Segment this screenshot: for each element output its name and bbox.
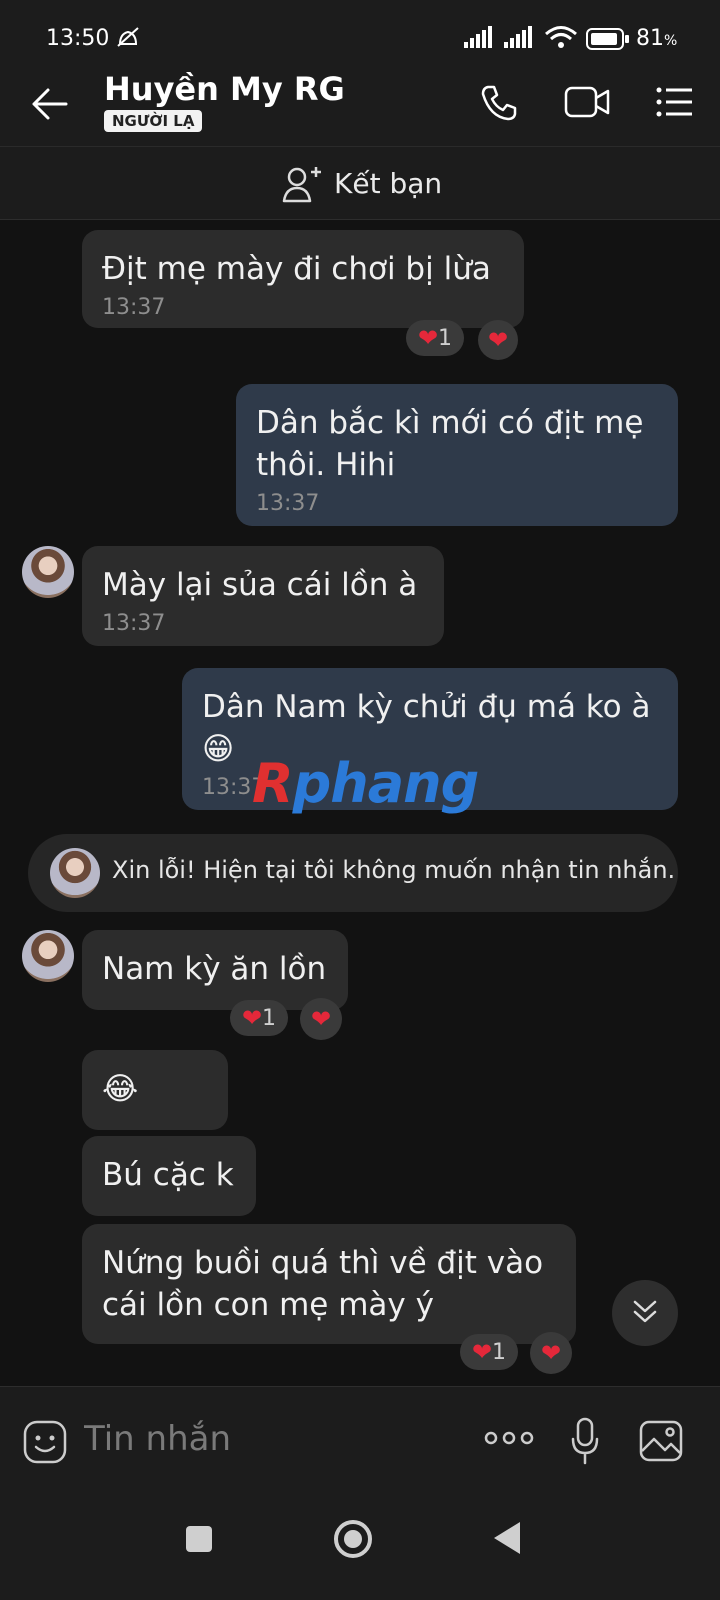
home-icon[interactable] [334,1520,372,1558]
react-button[interactable]: ❤ [530,1332,572,1374]
back-triangle-icon[interactable] [494,1522,520,1554]
reaction-summary[interactable]: ❤ 1 [460,1334,518,1370]
message-text: Mày lại sủa cái lồn à [102,567,418,603]
recent-apps-icon[interactable] [186,1526,212,1552]
message-bubble-incoming[interactable]: Địt mẹ mày đi chơi bị lừa 13:37 [82,230,524,328]
image-icon[interactable] [638,1419,684,1463]
message-time: 13:37 [256,491,320,516]
message-bubble-incoming[interactable]: Nứng buồi quá thì về địt vào cái lồn con… [82,1224,576,1344]
message-bubble-incoming[interactable]: Mày lại sủa cái lồn à 13:37 [82,546,444,646]
reaction-count: 1 [262,1005,277,1031]
message-bubble-incoming[interactable]: 😂 [82,1050,228,1130]
reaction-count: 1 [438,325,453,351]
heart-icon: ❤ [241,1004,263,1032]
wifi-icon [545,26,577,48]
battery-icon [586,28,629,50]
microphone-icon[interactable] [570,1417,600,1465]
react-button[interactable]: ❤ [300,998,342,1040]
message-text: Địt mẹ mày đi chơi bị lừa [102,251,491,287]
sticker-icon[interactable] [22,1419,68,1465]
menu-list-icon[interactable] [656,86,694,118]
message-bubble-incoming[interactable]: Bú cặc k [82,1136,256,1216]
back-arrow-icon[interactable] [30,86,70,122]
status-bar: 13:50 81% [0,0,720,60]
contact-name[interactable]: Huyền My RG [104,70,345,108]
stranger-badge: NGƯỜI LẠ [104,110,203,132]
status-time: 13:50 [46,26,110,51]
message-bubble-incoming[interactable]: Nam kỳ ăn lồn [82,930,348,1010]
heart-icon: ❤ [310,1005,332,1033]
message-text: 😂 [102,1071,139,1107]
add-friend-label: Kết bạn [334,167,443,200]
chat-header: Huyền My RG NGƯỜI LẠ [0,60,720,146]
message-text: Dân bắc kì mới có địt mẹ thôi. Hihi [256,405,644,483]
video-call-icon[interactable] [564,84,610,120]
reaction-summary[interactable]: ❤ 1 [230,1000,288,1036]
auto-reply-text: Xin lỗi! Hiện tại tôi không muốn nhận ti… [112,856,676,884]
message-time: 13:37 [102,611,166,636]
battery-level: 81% [636,26,678,51]
contact-avatar[interactable] [22,546,74,598]
message-composer [0,1386,720,1490]
contact-avatar [50,848,100,898]
system-navigation-bar [0,1490,720,1600]
scroll-to-bottom-button[interactable] [612,1280,678,1346]
message-text: Nứng buồi quá thì về địt vào cái lồn con… [102,1245,544,1323]
message-text: Nam kỳ ăn lồn [102,951,327,987]
heart-icon: ❤ [471,1338,493,1366]
message-text: Bú cặc k [102,1157,234,1193]
signal-icon [504,26,532,48]
message-input[interactable] [84,1415,444,1463]
message-time: 13:37 [102,295,166,320]
reaction-count: 1 [492,1339,507,1365]
auto-reply-notice: Xin lỗi! Hiện tại tôi không muốn nhận ti… [28,834,678,912]
more-options-icon[interactable] [484,1431,534,1445]
react-button[interactable]: ❤ [478,320,518,360]
bell-off-icon [117,27,139,47]
reaction-summary[interactable]: ❤ 1 [406,320,464,356]
phone-icon[interactable] [480,84,518,122]
signal-icon [464,26,492,48]
add-friend-icon [282,167,321,203]
watermark-logo: Rphang [252,752,479,815]
contact-avatar[interactable] [22,930,74,982]
message-bubble-outgoing[interactable]: Dân bắc kì mới có địt mẹ thôi. Hihi 13:3… [236,384,678,526]
heart-icon: ❤ [417,324,439,352]
heart-icon: ❤ [540,1339,562,1367]
heart-icon: ❤ [487,326,509,354]
double-chevron-down-icon [633,1300,657,1323]
add-friend-bar[interactable]: Kết bạn [0,146,720,220]
